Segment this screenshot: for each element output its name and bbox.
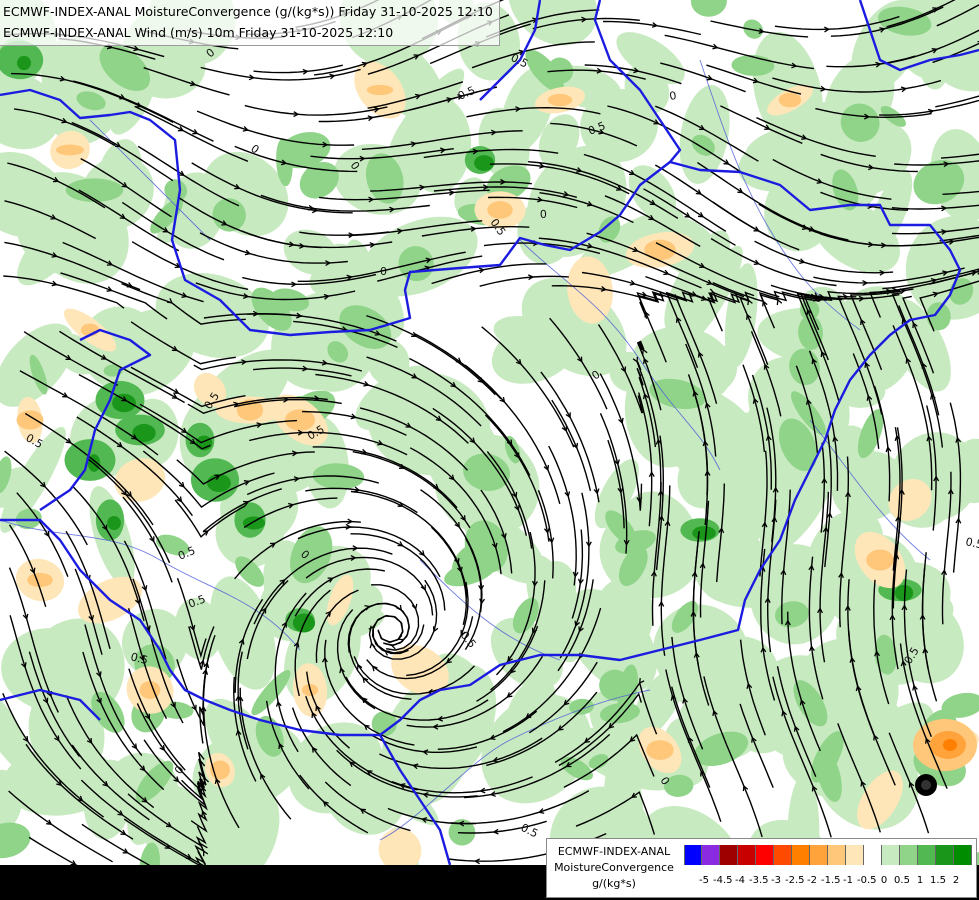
legend-tick-labels: -5 -4.5 -4 -3.5 -3 -2.5 -2 -1.5 -1 -0.5 0 0.5 1 1.5 2 xyxy=(695,875,965,886)
legend-swatch xyxy=(828,845,846,865)
legend-color-bar xyxy=(684,845,972,865)
legend-model: ECMWF-INDEX-ANAL xyxy=(557,845,671,858)
legend-unit: g/(kg*s) xyxy=(592,877,636,890)
color-legend: ECMWF-INDEX-ANAL MoistureConvergence g/(… xyxy=(546,838,977,898)
weather-map[interactable]: 000.50.50.5000.500.50.500.50.500.500.50.… xyxy=(0,0,979,900)
legend-swatch xyxy=(702,845,720,865)
legend-swatch xyxy=(720,845,738,865)
legend-tick: -2.5 xyxy=(785,875,805,886)
legend-tick: 0 xyxy=(880,875,888,886)
legend-tick: -3 xyxy=(771,875,781,886)
legend-swatch xyxy=(774,845,792,865)
legend-swatch xyxy=(684,845,702,865)
legend-swatch xyxy=(864,845,882,865)
legend-swatch xyxy=(792,845,810,865)
legend-swatch xyxy=(738,845,756,865)
map-title-block: ECMWF-INDEX-ANAL MoistureConvergence (g/… xyxy=(0,0,500,46)
legend-swatch xyxy=(756,845,774,865)
title-moisture-convergence: ECMWF-INDEX-ANAL MoistureConvergence (g/… xyxy=(3,4,493,19)
legend-tick: 1.5 xyxy=(930,875,946,886)
legend-tick: -0.5 xyxy=(857,875,877,886)
legend-tick: -4.5 xyxy=(713,875,733,886)
legend-swatch xyxy=(846,845,864,865)
legend-swatch xyxy=(918,845,936,865)
legend-swatch xyxy=(900,845,918,865)
legend-tick: -4 xyxy=(735,875,745,886)
legend-tick: -2 xyxy=(807,875,817,886)
legend-swatch xyxy=(882,845,900,865)
legend-tick: -3.5 xyxy=(749,875,769,886)
legend-swatch xyxy=(954,845,972,865)
legend-tick: -5 xyxy=(699,875,709,886)
legend-tick: 2 xyxy=(952,875,960,886)
legend-swatch xyxy=(936,845,954,865)
contour-label: 0 xyxy=(540,208,547,221)
legend-tick: -1 xyxy=(843,875,853,886)
legend-swatch xyxy=(810,845,828,865)
legend-parameter: MoistureConvergence xyxy=(554,861,674,874)
legend-tick: 1 xyxy=(916,875,924,886)
contour-label: 0 xyxy=(380,265,387,278)
title-wind: ECMWF-INDEX-ANAL Wind (m/s) 10m Friday 3… xyxy=(3,25,394,40)
legend-tick: 0.5 xyxy=(894,875,910,886)
legend-tick: -1.5 xyxy=(821,875,841,886)
